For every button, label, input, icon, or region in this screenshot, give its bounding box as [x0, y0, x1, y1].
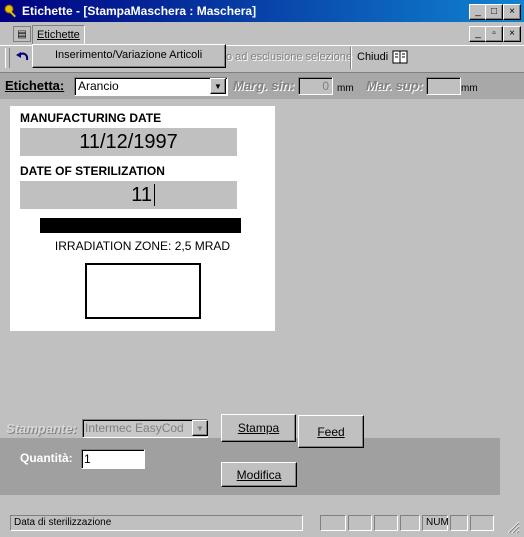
etichette-dropdown-menu: Inserimento/Variazione Articoli [32, 44, 226, 68]
quantity-label: Quantità: [20, 451, 73, 465]
menu-item-inserimento-articoli[interactable]: Inserimento/Variazione Articoli [55, 49, 202, 61]
status-pane-2 [348, 515, 372, 531]
manufacturing-date-field[interactable]: 11/12/1997 [20, 128, 237, 156]
quantity-input[interactable]: 1 [81, 449, 145, 469]
manufacturing-date-label: MANUFACTURING DATE [20, 111, 162, 125]
undo-icon[interactable] [16, 51, 30, 63]
close-button[interactable]: × [503, 4, 521, 20]
title-bar: Etichette - [StampaMaschera : Maschera] … [0, 0, 524, 22]
sterilization-date-field[interactable]: 11 [20, 181, 237, 209]
status-pane-4 [400, 515, 420, 531]
window-title: Etichette - [StampaMaschera : Maschera] [22, 4, 257, 18]
stampa-button-label: Stampa [237, 421, 280, 435]
stampa-button[interactable]: Stampa [221, 414, 296, 442]
etichetta-label: Etichetta: [5, 78, 64, 93]
key-app-icon [4, 4, 16, 18]
document-icon[interactable]: ▤ [13, 26, 31, 42]
sterilization-date-value: 11 [131, 184, 152, 206]
menu-etichette[interactable]: Etichette [32, 25, 85, 45]
maximize-button[interactable]: □ [485, 4, 503, 20]
barcode-bar [40, 218, 241, 233]
sterilization-date-label: DATE OF STERILIZATION [20, 164, 165, 178]
marg-sin-input[interactable]: 0 [298, 77, 333, 95]
printer-label: Stampante: [6, 421, 77, 436]
status-pane-6 [470, 515, 494, 531]
etichetta-value: Arancio [78, 79, 119, 93]
indicator-box [85, 263, 201, 319]
modifica-button[interactable]: Modifica [221, 462, 297, 487]
status-message: Data di sterilizzazione [10, 515, 303, 531]
status-pane-1 [320, 515, 346, 531]
close-form-button[interactable]: Chiudi [357, 51, 388, 63]
form-view-icon[interactable] [392, 50, 408, 64]
printer-chevron-down-icon[interactable]: ▼ [192, 420, 208, 436]
menu-etichette-label: Etichette [37, 29, 80, 41]
etichetta-label-text: Etichetta: [5, 78, 65, 93]
marg-sin-unit: mm [337, 83, 354, 94]
mdi-close-button[interactable]: × [503, 26, 521, 42]
etichetta-combo[interactable]: Arancio [74, 77, 228, 96]
exclude-selection-button[interactable]: o ad esclusione selezione [226, 51, 352, 63]
mar-sup-unit: mm [461, 83, 478, 94]
feed-button[interactable]: Feed [298, 415, 364, 448]
irradiation-zone-text: IRRADIATION ZONE: 2,5 MRAD [54, 239, 231, 253]
num-lock-indicator: NUM [422, 515, 449, 531]
printer-combo[interactable]: Intermec EasyCod [82, 419, 208, 438]
mar-sup-input[interactable] [426, 77, 461, 95]
resize-grip-icon[interactable] [506, 520, 520, 534]
mdi-restore-button[interactable]: ▫ [485, 26, 503, 42]
feed-button-label: Feed [317, 424, 345, 439]
mar-sup-label: Mar. sup: [366, 78, 424, 93]
status-pane-3 [374, 515, 398, 531]
status-pane-5 [450, 515, 468, 531]
modifica-button-label: Modifica [236, 467, 282, 482]
chevron-down-icon[interactable]: ▼ [210, 78, 226, 94]
text-cursor [154, 184, 155, 206]
toolbar-grip [5, 48, 10, 68]
marg-sin-label: Marg. sin: [233, 78, 295, 93]
toolbar-separator [350, 47, 352, 69]
